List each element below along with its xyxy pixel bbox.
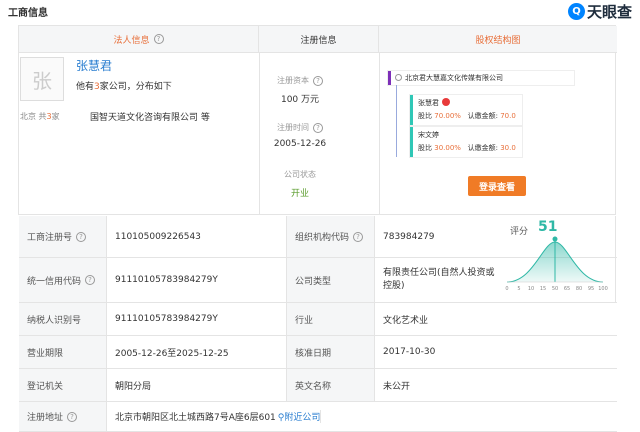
desc-prefix: 他有 [76, 82, 95, 92]
org-code-label: 组织机构代码? [287, 216, 375, 257]
org-code-value: 783984279 [383, 231, 435, 242]
loc-prefix: 北京 共 [20, 112, 47, 121]
score-curve: 0 5 10 15 50 65 80 95 100 [505, 236, 608, 292]
address-label: 注册地址? [19, 402, 107, 431]
help-icon[interactable]: ? [313, 75, 323, 86]
help-icon[interactable]: ? [153, 34, 164, 44]
score-tick-label: 15 [540, 286, 546, 292]
person-icon [442, 98, 450, 106]
legal-person-desc: 他有3家公司，分布如下 [76, 79, 172, 92]
score-tick-label: 0 [505, 286, 508, 292]
shareholder-node: 宋文婷 股比 30.00% 认缴金额: 30.0 [410, 127, 522, 157]
tree-connector [396, 85, 397, 157]
date-value: 2005-12-26 [273, 139, 327, 149]
score-tick-label: 10 [528, 286, 534, 292]
registration-header-label: 注册信息 [300, 35, 337, 46]
status-item: 公司状态 开业 [240, 169, 360, 199]
en-name-value: 未公开 [383, 381, 411, 392]
date-item: 注册时间? 2005-12-26 [240, 122, 360, 149]
table-row: 注册地址? 北京市朝阳区北土城西路7号A座6层601 ⚲附近公司 [19, 402, 617, 432]
location-summary: 北京 共3家 [20, 111, 60, 122]
shareholder-node: 张慧君 股比 70.00% 认缴金额: 70.0 [410, 95, 522, 125]
legal-header: 法人信息 ? [19, 26, 259, 53]
score-panel: 评分 51 0 5 10 15 50 65 80 95 100 [498, 216, 616, 303]
legal-header-label: 法人信息 [113, 35, 150, 46]
score-tick-label: 5 [517, 286, 520, 292]
divider [379, 53, 380, 214]
equity-root: 北京君大慧嘉文化传媒有限公司 [388, 71, 574, 85]
equity-root-name: 北京君大慧嘉文化传媒有限公司 [405, 74, 503, 82]
score-value: 51 [538, 219, 558, 235]
shareholder-name: 宋文婷 [418, 131, 439, 139]
loc-suffix: 家 [51, 112, 60, 121]
reg-no-label: 工商注册号? [19, 216, 107, 257]
avatar: 张 [20, 57, 64, 101]
status-label: 公司状态 [284, 170, 316, 179]
capital-value: 100 万元 [280, 95, 320, 105]
table-row: 登记机关 朝阳分局 英文名称 未公开 [19, 369, 617, 402]
help-icon[interactable]: ? [353, 231, 364, 242]
authority-value: 朝阳分局 [107, 369, 287, 401]
share-amount: 30.0 [500, 144, 516, 152]
tax-label: 纳税人识别号 [19, 303, 107, 335]
authority-label: 登记机关 [19, 369, 107, 401]
desc-suffix: 家公司，分布如下 [99, 82, 172, 92]
share-pct: 30.00% [434, 144, 461, 152]
tax-value: 91110105783984279Y [107, 303, 287, 335]
capital-item: 注册资本? 100 万元 [240, 75, 360, 105]
date-label: 注册时间? [240, 122, 360, 133]
login-view-button[interactable]: 登录查看 [468, 176, 526, 196]
table-row: 营业期限 2005-12-26至2025-12-25 核准日期 2017-10-… [19, 336, 617, 369]
related-company[interactable]: 国智天道文化咨询有限公司 等 [90, 110, 210, 123]
logo-text: 天眼查 [586, 3, 632, 21]
score-tick-label: 65 [564, 286, 570, 292]
score-tick-label: 95 [588, 286, 594, 292]
reg-no-value: 110105009226543 [107, 216, 287, 257]
approve-value: 2017-10-30 [383, 347, 436, 357]
help-icon[interactable]: ? [67, 411, 78, 422]
registration-header: 注册信息 [259, 26, 379, 53]
industry-value: 文化艺术业 [383, 315, 429, 326]
address-text: 北京市朝阳区北土城西路7号A座6层601 [115, 413, 276, 423]
help-icon[interactable]: ? [313, 122, 323, 133]
share-pct: 70.00% [434, 112, 461, 120]
shareholder-name: 张慧君 [418, 99, 439, 107]
term-label: 营业期限 [19, 336, 107, 368]
address-value: 北京市朝阳区北土城西路7号A座6层601 ⚲附近公司 [107, 402, 617, 431]
term-value: 2005-12-26至2025-12-25 [107, 336, 287, 368]
score-tick-label: 80 [576, 286, 582, 292]
tianyancha-logo[interactable]: Q 天眼查 [567, 1, 632, 22]
status-value: 开业 [290, 189, 309, 199]
share-amount: 70.0 [500, 112, 516, 120]
company-icon [395, 74, 402, 81]
credit-value: 91110105783984279Y [107, 258, 287, 302]
approve-label: 核准日期 [287, 336, 375, 368]
section-title: 工商信息 [8, 8, 48, 19]
equity-header: 股权结构图 [379, 26, 617, 53]
score-tick-label: 50 [552, 286, 558, 292]
legal-person-name[interactable]: 张慧君 [76, 57, 112, 74]
type-label: 公司类型 [287, 258, 375, 302]
nearby-company-link[interactable]: ⚲附近公司 [276, 410, 322, 423]
help-icon[interactable]: ? [85, 275, 96, 285]
capital-label: 注册资本? [240, 75, 360, 86]
logo-icon: Q [567, 3, 585, 20]
industry-label: 行业 [287, 303, 375, 335]
equity-header-label: 股权结构图 [475, 35, 521, 46]
credit-label: 统一信用代码? [19, 258, 107, 302]
help-icon[interactable]: ? [76, 231, 87, 242]
score-tick-label: 100 [598, 286, 608, 292]
type-value: 有限责任公司(自然人投资或控股) [383, 268, 495, 291]
table-row: 纳税人识别号 91110105783984279Y 行业 文化艺术业 [19, 303, 617, 336]
top-bar: 工商信息 Q 天眼查 [0, 0, 640, 22]
en-name-label: 英文名称 [287, 369, 375, 401]
